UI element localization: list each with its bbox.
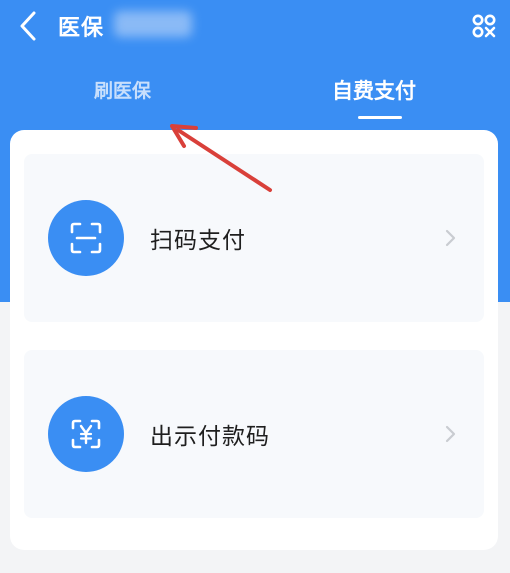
qr-scan-button[interactable] (466, 8, 502, 44)
scan-pay-option[interactable]: 扫码支付 (24, 154, 484, 322)
chevron-right-icon (445, 425, 456, 443)
qr-scan-icon (472, 14, 496, 38)
payment-options-panel: 扫码支付 出示付款码 (10, 130, 498, 550)
page-title: 医保 (58, 16, 105, 41)
redacted-title-blur (114, 11, 192, 37)
show-payment-code-chevron (442, 424, 458, 444)
scan-pay-icon-circle (48, 200, 124, 276)
payment-code-icon-circle (48, 396, 124, 472)
tab-medical-insurance[interactable]: 刷医保 (94, 76, 151, 103)
screen: 医保 刷医保 自费支付 扫码支付 出示付款码 (0, 0, 510, 573)
back-button[interactable] (8, 6, 48, 46)
chevron-right-icon (445, 229, 456, 247)
show-payment-code-option[interactable]: 出示付款码 (24, 350, 484, 518)
active-tab-indicator (358, 116, 402, 119)
tab-bar: 刷医保 自费支付 (0, 58, 510, 130)
scan-pay-chevron (442, 228, 458, 248)
yuan-code-icon (71, 419, 101, 449)
tab-self-pay[interactable]: 自费支付 (332, 75, 416, 105)
show-payment-code-label: 出示付款码 (150, 424, 270, 450)
top-bar: 医保 (0, 0, 510, 58)
chevron-left-icon (20, 11, 36, 41)
scan-pay-label: 扫码支付 (150, 228, 246, 254)
scan-frame-icon (70, 222, 102, 254)
